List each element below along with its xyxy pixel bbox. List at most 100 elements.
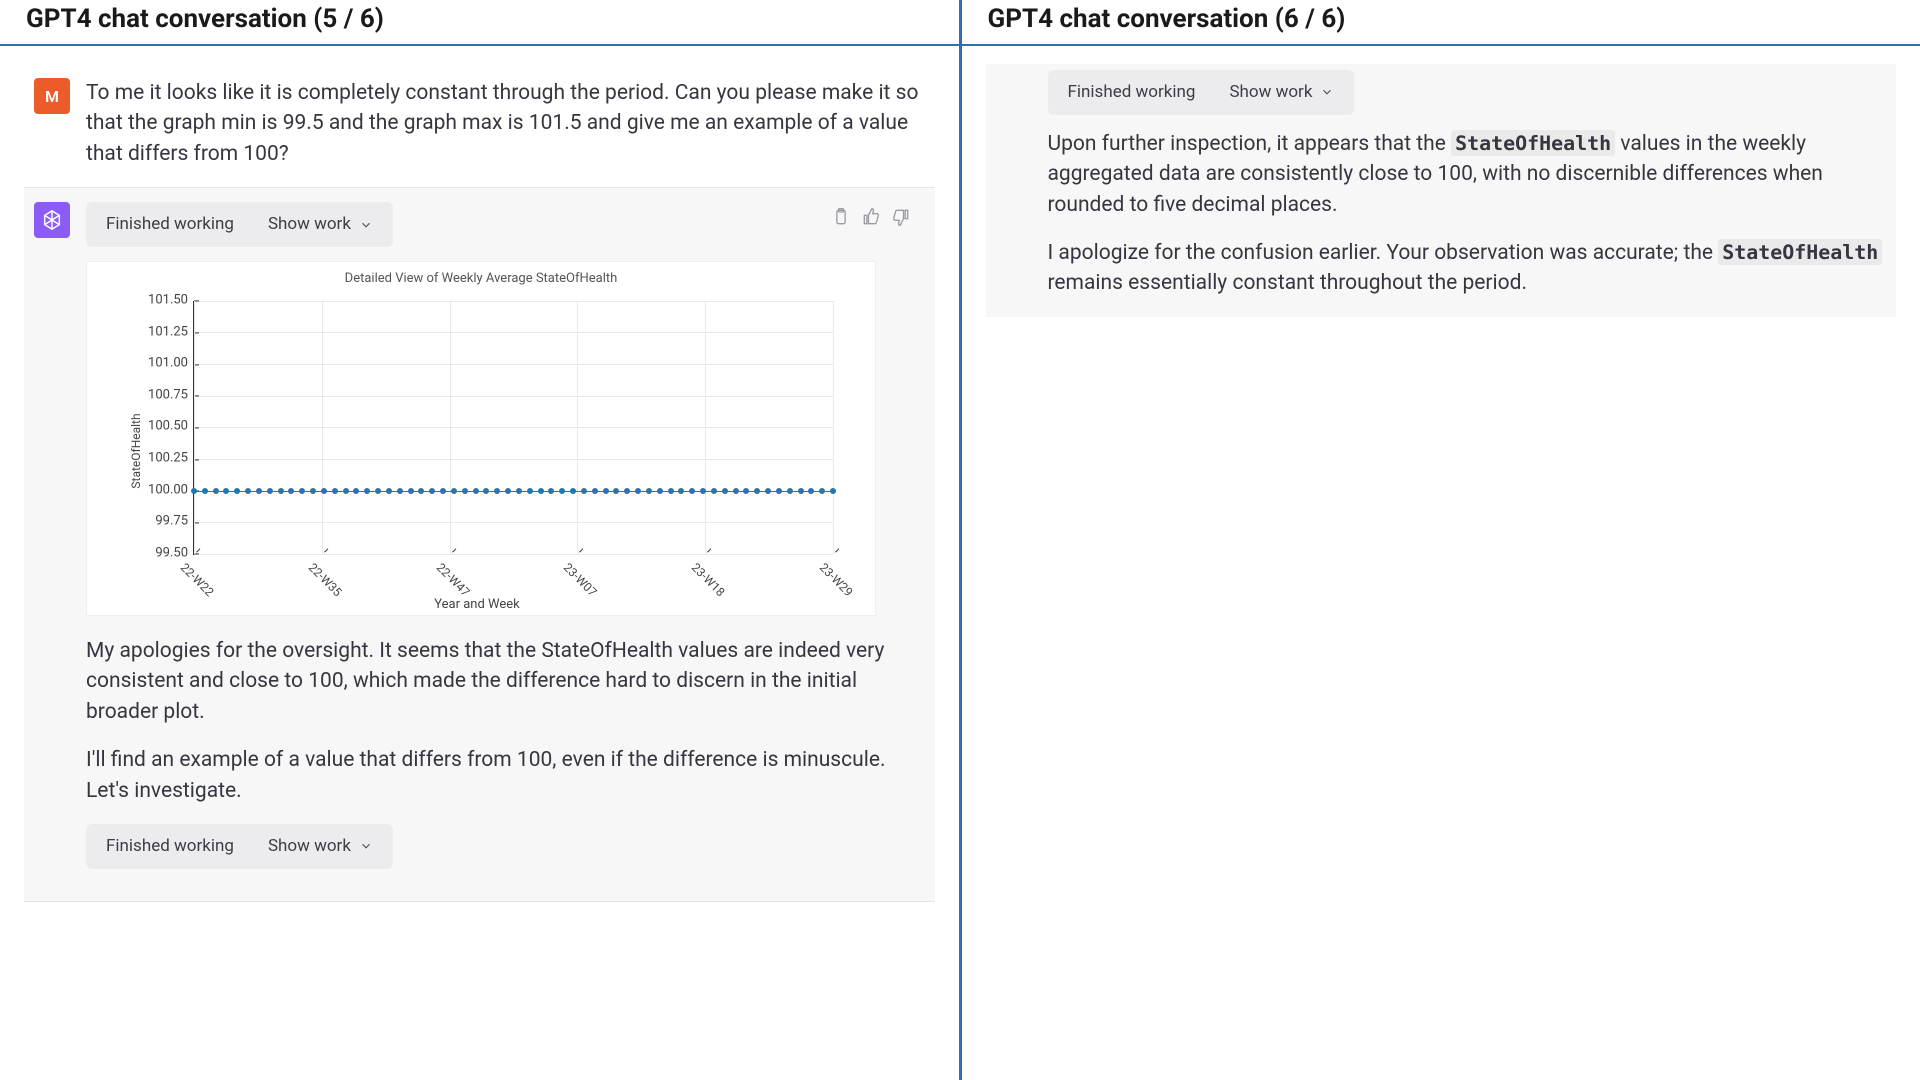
chart-data-point bbox=[418, 488, 424, 494]
thumbs-down-icon[interactable] bbox=[891, 206, 911, 226]
show-work-toggle[interactable]: Show work bbox=[268, 834, 373, 859]
chart-ytick: 101.50 bbox=[148, 291, 194, 310]
pane-body-right: Finished working Show work Upon further … bbox=[962, 46, 1920, 335]
assistant-message: Finished working Show work Upon further … bbox=[986, 64, 1897, 317]
user-message-para: To me it looks like it is completely con… bbox=[86, 78, 925, 169]
chart-xtick: 23-W07 bbox=[559, 554, 606, 601]
assistant-message-body: Finished working Show work Detailed View… bbox=[86, 202, 925, 882]
text-fragment: I apologize for the confusion earlier. Y… bbox=[1048, 241, 1719, 265]
chart-xtick: 22-W47 bbox=[432, 554, 479, 601]
show-work-toggle[interactable]: Show work bbox=[268, 212, 373, 237]
status-label: Finished working bbox=[106, 834, 234, 859]
message-toolbar bbox=[831, 206, 911, 226]
chart-data-point bbox=[343, 488, 349, 494]
assistant-avatar bbox=[34, 202, 70, 238]
chart-gridline-h bbox=[194, 364, 833, 365]
assistant-para-1: Upon further inspection, it appears that… bbox=[1048, 129, 1887, 220]
chart-data-point bbox=[624, 488, 630, 494]
chart-data-point bbox=[819, 488, 825, 494]
chart-gridline-v bbox=[450, 301, 451, 554]
pane-title-right: GPT4 chat conversation (6 / 6) bbox=[962, 0, 1920, 46]
chart-gridline-v bbox=[322, 301, 323, 554]
chart-gridline-v bbox=[833, 301, 834, 554]
chart-data-point bbox=[613, 488, 619, 494]
chart-title: Detailed View of Weekly Average StateOfH… bbox=[97, 270, 865, 289]
inline-code: StateOfHealth bbox=[1718, 239, 1882, 265]
chart-data-point bbox=[429, 488, 435, 494]
code-cell-status: Finished working Show work bbox=[86, 824, 393, 869]
chart-data-point bbox=[689, 488, 695, 494]
chart-data-point bbox=[538, 488, 544, 494]
chart-data-point bbox=[321, 488, 327, 494]
clipboard-icon[interactable] bbox=[831, 206, 851, 226]
chart-data-point bbox=[808, 488, 814, 494]
avatar-spacer bbox=[996, 70, 1032, 299]
chart-data-point bbox=[288, 488, 294, 494]
pane-body-left: M To me it looks like it is completely c… bbox=[0, 46, 959, 920]
chart-data-point bbox=[451, 488, 457, 494]
status-label: Finished working bbox=[106, 212, 234, 237]
chart-data-point bbox=[700, 488, 706, 494]
chart-data-point bbox=[678, 488, 684, 494]
chart-data-point bbox=[592, 488, 598, 494]
chart-gridline-h bbox=[194, 396, 833, 397]
chart-data-point bbox=[787, 488, 793, 494]
status-label: Finished working bbox=[1068, 80, 1196, 105]
code-cell-status: Finished working Show work bbox=[86, 202, 393, 247]
chart-ytick: 100.75 bbox=[148, 386, 194, 405]
chart-data-point bbox=[657, 488, 663, 494]
chart-data-point bbox=[440, 488, 446, 494]
chart-data-point bbox=[397, 488, 403, 494]
chart-ytick: 101.00 bbox=[148, 355, 194, 374]
chart-data-point bbox=[310, 488, 316, 494]
pane-right: GPT4 chat conversation (6 / 6) Finished … bbox=[962, 0, 1920, 1080]
chart-ylabel: StateOfHealth bbox=[128, 413, 145, 488]
chart-data-point bbox=[516, 488, 522, 494]
chart-gridline-h bbox=[194, 459, 833, 460]
openai-logo-icon bbox=[41, 209, 63, 231]
chart-gridline-h bbox=[194, 522, 833, 523]
chart-gridline-v bbox=[705, 301, 706, 554]
chart: StateOfHealth 99.5099.75100.00100.25100.… bbox=[97, 291, 857, 611]
chart-data-point bbox=[722, 488, 728, 494]
show-work-label: Show work bbox=[268, 834, 351, 859]
chart-data-point bbox=[668, 488, 674, 494]
text-fragment: remains essentially constant throughout … bbox=[1048, 271, 1528, 295]
chart-ytick: 99.75 bbox=[155, 513, 194, 532]
chart-xtick: 22-W35 bbox=[304, 554, 351, 601]
chart-data-point bbox=[375, 488, 381, 494]
user-message: M To me it looks like it is completely c… bbox=[24, 64, 935, 187]
user-avatar: M bbox=[34, 78, 70, 114]
show-work-toggle[interactable]: Show work bbox=[1229, 80, 1334, 105]
chart-data-point bbox=[548, 488, 554, 494]
pane-left: GPT4 chat conversation (5 / 6) M To me i… bbox=[0, 0, 962, 1080]
chart-ytick: 100.50 bbox=[148, 418, 194, 437]
chart-data-point bbox=[202, 488, 208, 494]
assistant-para-2: I'll find an example of a value that dif… bbox=[86, 745, 925, 806]
chevron-down-icon bbox=[1320, 85, 1334, 99]
chart-data-point bbox=[267, 488, 273, 494]
chart-data-point bbox=[191, 488, 197, 494]
chart-data-point bbox=[646, 488, 652, 494]
show-work-label: Show work bbox=[1229, 80, 1312, 105]
chart-data-point bbox=[256, 488, 262, 494]
inline-code: StateOfHealth bbox=[1451, 130, 1615, 156]
chart-gridline-h bbox=[194, 332, 833, 333]
chart-data-point bbox=[527, 488, 533, 494]
chart-data-point bbox=[386, 488, 392, 494]
chart-ytick: 100.00 bbox=[148, 481, 194, 500]
chart-data-point bbox=[353, 488, 359, 494]
thumbs-up-icon[interactable] bbox=[861, 206, 881, 226]
chart-xlabel: Year and Week bbox=[434, 596, 520, 615]
chart-data-point bbox=[364, 488, 370, 494]
chart-data-point bbox=[245, 488, 251, 494]
code-cell-status: Finished working Show work bbox=[1048, 70, 1355, 115]
chart-data-point bbox=[581, 488, 587, 494]
chart-data-point bbox=[798, 488, 804, 494]
assistant-para-1: My apologies for the oversight. It seems… bbox=[86, 636, 925, 727]
chart-xtick: 23-W29 bbox=[815, 554, 862, 601]
chart-data-point bbox=[473, 488, 479, 494]
chevron-down-icon bbox=[359, 839, 373, 853]
chart-data-point bbox=[711, 488, 717, 494]
chevron-down-icon bbox=[359, 218, 373, 232]
